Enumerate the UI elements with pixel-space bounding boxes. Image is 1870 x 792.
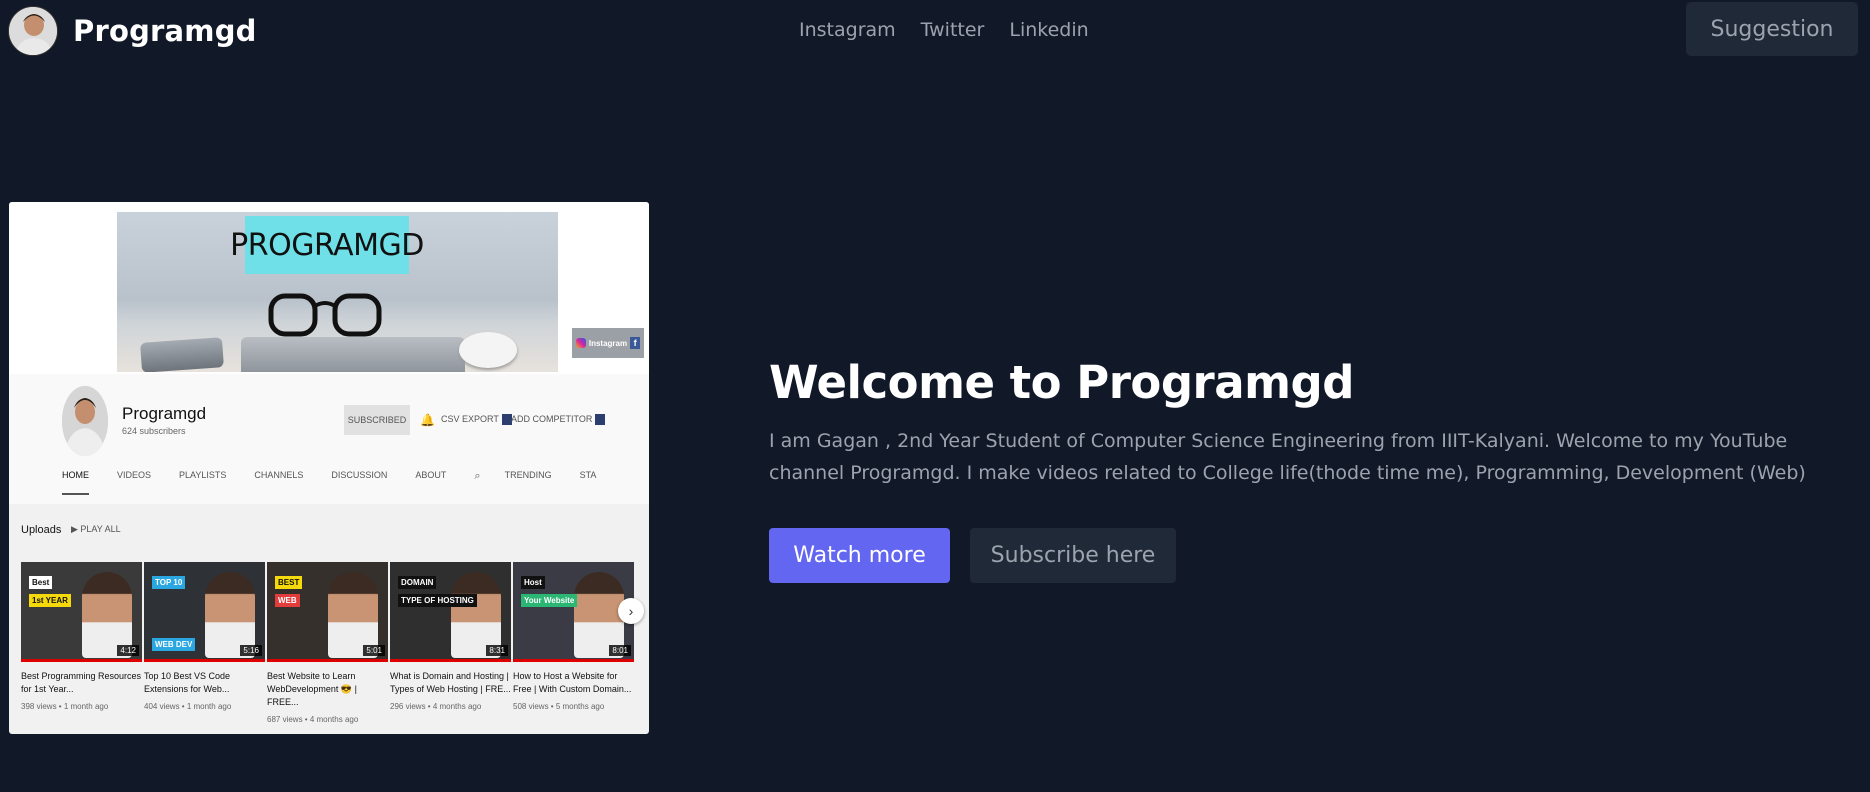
thumbnail-label: DOMAIN [398,576,437,589]
channel-avatar [62,386,108,456]
video-thumbnail: DOMAIN TYPE OF HOSTING 8:31 [390,562,511,662]
banner-social-links[interactable]: Instagram f [572,328,644,358]
tab-discussion[interactable]: DISCUSSION [331,470,387,495]
video-duration: 8:01 [609,645,631,656]
avatar [8,6,58,56]
page-title: Welcome to Programgd [769,356,1354,409]
video-thumbnail: Best 1st YEAR 4:12 [21,562,142,662]
glasses-icon [268,293,382,337]
video-title: Best Website to Learn WebDevelopment 😎 |… [267,671,357,707]
play-icon [595,414,606,426]
top-nav: Instagram Twitter Linkedin [799,19,1089,41]
video-meta: 687 views • 4 months ago [267,715,359,724]
video-thumbnail: Host Your Website 8:01 [513,562,634,662]
video-title: Best Programming Resources for 1st Year.… [21,671,142,694]
tab-channels[interactable]: CHANNELS [254,470,303,495]
facebook-icon: f [630,337,640,349]
thumbnail-label: Best [29,576,53,589]
video-meta: 398 views • 1 month ago [21,702,109,711]
video-meta: 404 views • 1 month ago [144,702,232,711]
thumbnail-label: WEB DEV [152,638,196,651]
thumbnail-label: TYPE OF HOSTING [398,594,477,607]
video-duration: 5:16 [240,645,262,656]
brand-name: Programgd [73,14,257,48]
nav-link-linkedin[interactable]: Linkedin [1009,19,1088,41]
banner-tag: PROGRAMGD [230,216,424,274]
site-header: Programgd Instagram Twitter Linkedin Sug… [0,0,1870,62]
channel-banner: PROGRAMGD Instagram f [9,202,649,374]
video-duration: 4:12 [117,645,139,656]
video-meta: 508 views • 5 months ago [513,702,605,711]
tab-home[interactable]: HOME [62,470,89,495]
subscriber-count: 624 subscribers [122,426,186,436]
mouse-image [459,332,517,368]
video-title: How to Host a Website for Free | With Cu… [513,671,632,694]
csv-export-label: CSV EXPORT [441,414,499,424]
thumbnail-label: BEST [275,576,303,589]
thumbnail-label: 1st YEAR [29,594,71,607]
tab-videos[interactable]: VIDEOS [117,470,151,495]
subscribe-button[interactable]: Subscribe here [970,528,1176,583]
list-item[interactable]: TOP 10 WEB DEV 5:16 Top 10 Best VS Code … [144,562,265,724]
watch-more-button[interactable]: Watch more [769,528,950,583]
list-item[interactable]: BEST WEB 5:01 Best Website to Learn WebD… [267,562,388,724]
laptop-image [241,337,465,372]
video-list: Best 1st YEAR 4:12 Best Programming Reso… [21,562,634,724]
channel-header: Programgd 624 subscribers SUBSCRIBED 🔔 C… [9,374,649,504]
thumbnail-label: Your Website [521,594,578,607]
thumbnail-label: Host [521,576,545,589]
channel-tabs: HOME VIDEOS PLAYLISTS CHANNELS DISCUSSIO… [62,470,624,495]
list-item[interactable]: DOMAIN TYPE OF HOSTING 8:31 What is Doma… [390,562,511,724]
brand[interactable]: Programgd [8,6,257,56]
video-meta: 296 views • 4 months ago [390,702,482,711]
video-duration: 8:31 [486,645,508,656]
tab-playlists[interactable]: PLAYLISTS [179,470,226,495]
phone-image [140,337,224,372]
video-thumbnail: BEST WEB 5:01 [267,562,388,662]
video-title: Top 10 Best VS Code Extensions for Web..… [144,671,231,694]
chevron-right-icon[interactable]: › [618,598,644,624]
nav-link-twitter[interactable]: Twitter [921,19,985,41]
channel-name: Programgd [122,404,207,423]
video-title: What is Domain and Hosting | Types of We… [390,671,511,694]
instagram-icon [576,338,586,348]
subscribed-button[interactable]: SUBSCRIBED [344,405,410,435]
uploads-heading: Uploads [21,524,62,536]
video-thumbnail: TOP 10 WEB DEV 5:16 [144,562,265,662]
list-item[interactable]: Best 1st YEAR 4:12 Best Programming Reso… [21,562,142,724]
list-item[interactable]: Host Your Website 8:01 How to Host a Web… [513,562,634,724]
play-all-label: PLAY ALL [80,524,121,534]
add-competitor-label: ADD COMPETITOR [511,414,593,424]
nav-link-instagram[interactable]: Instagram [799,19,896,41]
hero-description: I am Gagan , 2nd Year Student of Compute… [769,430,1806,484]
suggestion-button[interactable]: Suggestion [1686,2,1858,56]
banner-image: PROGRAMGD [117,212,558,372]
banner-instagram-label: Instagram [588,338,628,348]
play-all-button[interactable]: ▶ PLAY ALL [71,524,121,535]
bell-icon[interactable]: 🔔 [420,413,435,427]
tab-stats[interactable]: STA [580,470,597,495]
thumbnail-label: WEB [275,594,300,607]
channel-screenshot: PROGRAMGD Instagram f Programgd 624 subs… [9,202,649,734]
search-icon[interactable]: ⌕ [474,470,480,495]
csv-export-button[interactable]: CSV EXPORT [441,414,512,426]
add-competitor-button[interactable]: ADD COMPETITOR [511,414,606,426]
tab-trending[interactable]: TRENDING [505,470,552,495]
tab-about[interactable]: ABOUT [415,470,446,495]
thumbnail-label: TOP 10 [152,576,186,589]
video-duration: 5:01 [363,645,385,656]
